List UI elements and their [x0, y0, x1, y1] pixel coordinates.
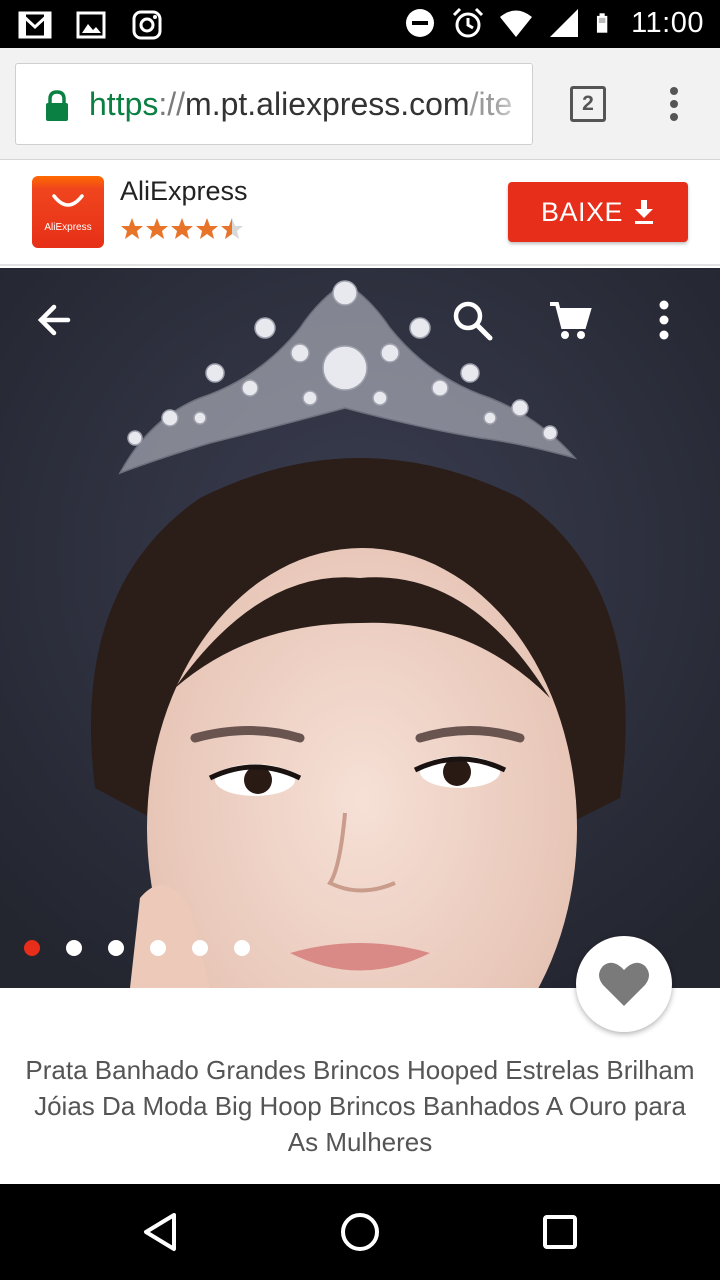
install-label: BAIXE [540, 196, 624, 227]
clock: 11:00 [631, 6, 704, 39]
wishlist-button[interactable] [576, 936, 672, 1032]
url-separator: :// [158, 86, 186, 122]
notification-icons [18, 8, 164, 42]
carousel-dot[interactable] [108, 940, 124, 956]
carousel-dot[interactable] [234, 940, 250, 956]
wifi-icon [500, 10, 533, 37]
tab-switcher-button[interactable]: 2 [570, 86, 606, 122]
cart-icon[interactable] [546, 296, 594, 344]
gmail-icon [18, 11, 52, 39]
download-icon [635, 200, 654, 224]
address-bar[interactable]: https://m.pt.aliexpress.com/ite [15, 63, 533, 145]
heart-icon [599, 962, 649, 1006]
system-navigation-bar [0, 1184, 720, 1280]
carousel-dot[interactable] [192, 940, 208, 956]
status-bar: 11:00 [0, 0, 720, 48]
product-title: Prata Banhado Grandes Brincos Hooped Est… [25, 1055, 695, 1157]
app-rating [120, 217, 244, 241]
url-text: https://m.pt.aliexpress.com/ite [89, 86, 512, 123]
carousel-dot[interactable] [66, 940, 82, 956]
lock-icon [46, 90, 68, 121]
product-photo [0, 268, 720, 988]
star-icon [171, 218, 193, 239]
carousel-dot[interactable] [150, 940, 166, 956]
do-not-disturb-icon [406, 9, 435, 37]
search-icon[interactable] [448, 296, 496, 344]
star-icon [121, 218, 143, 239]
recents-icon[interactable] [538, 1210, 582, 1254]
home-icon[interactable] [338, 1210, 382, 1254]
gallery-icon [76, 11, 106, 39]
app-name: AliExpress [120, 176, 248, 206]
half-star-icon [221, 218, 243, 239]
carousel-indicators [24, 940, 250, 956]
back-arrow-icon[interactable] [30, 296, 78, 344]
star-icon [146, 218, 168, 239]
carousel-dot-active[interactable] [24, 940, 40, 956]
smile-icon [52, 194, 84, 207]
product-image-carousel[interactable] [0, 268, 720, 988]
instagram-icon [132, 10, 162, 40]
signal-icon [550, 9, 579, 37]
system-icons: 11:00 [403, 6, 704, 40]
alarm-icon [453, 7, 484, 38]
url-host: m.pt.aliexpress.com [185, 86, 470, 122]
url-scheme: https [89, 86, 159, 122]
overflow-menu-icon[interactable] [640, 296, 688, 344]
logo-text: AliExpress [44, 222, 92, 233]
back-icon[interactable] [138, 1210, 182, 1254]
aliexpress-logo[interactable]: AliExpress [32, 176, 104, 248]
browser-toolbar: https://m.pt.aliexpress.com/ite 2 [0, 48, 720, 160]
battery-icon [597, 13, 608, 33]
browser-menu-icon[interactable] [664, 86, 684, 122]
star-icon [196, 218, 218, 239]
install-button[interactable]: BAIXE [508, 182, 688, 242]
url-fade [492, 64, 532, 144]
app-install-banner: AliExpress AliExpress BAIXE [0, 160, 720, 266]
